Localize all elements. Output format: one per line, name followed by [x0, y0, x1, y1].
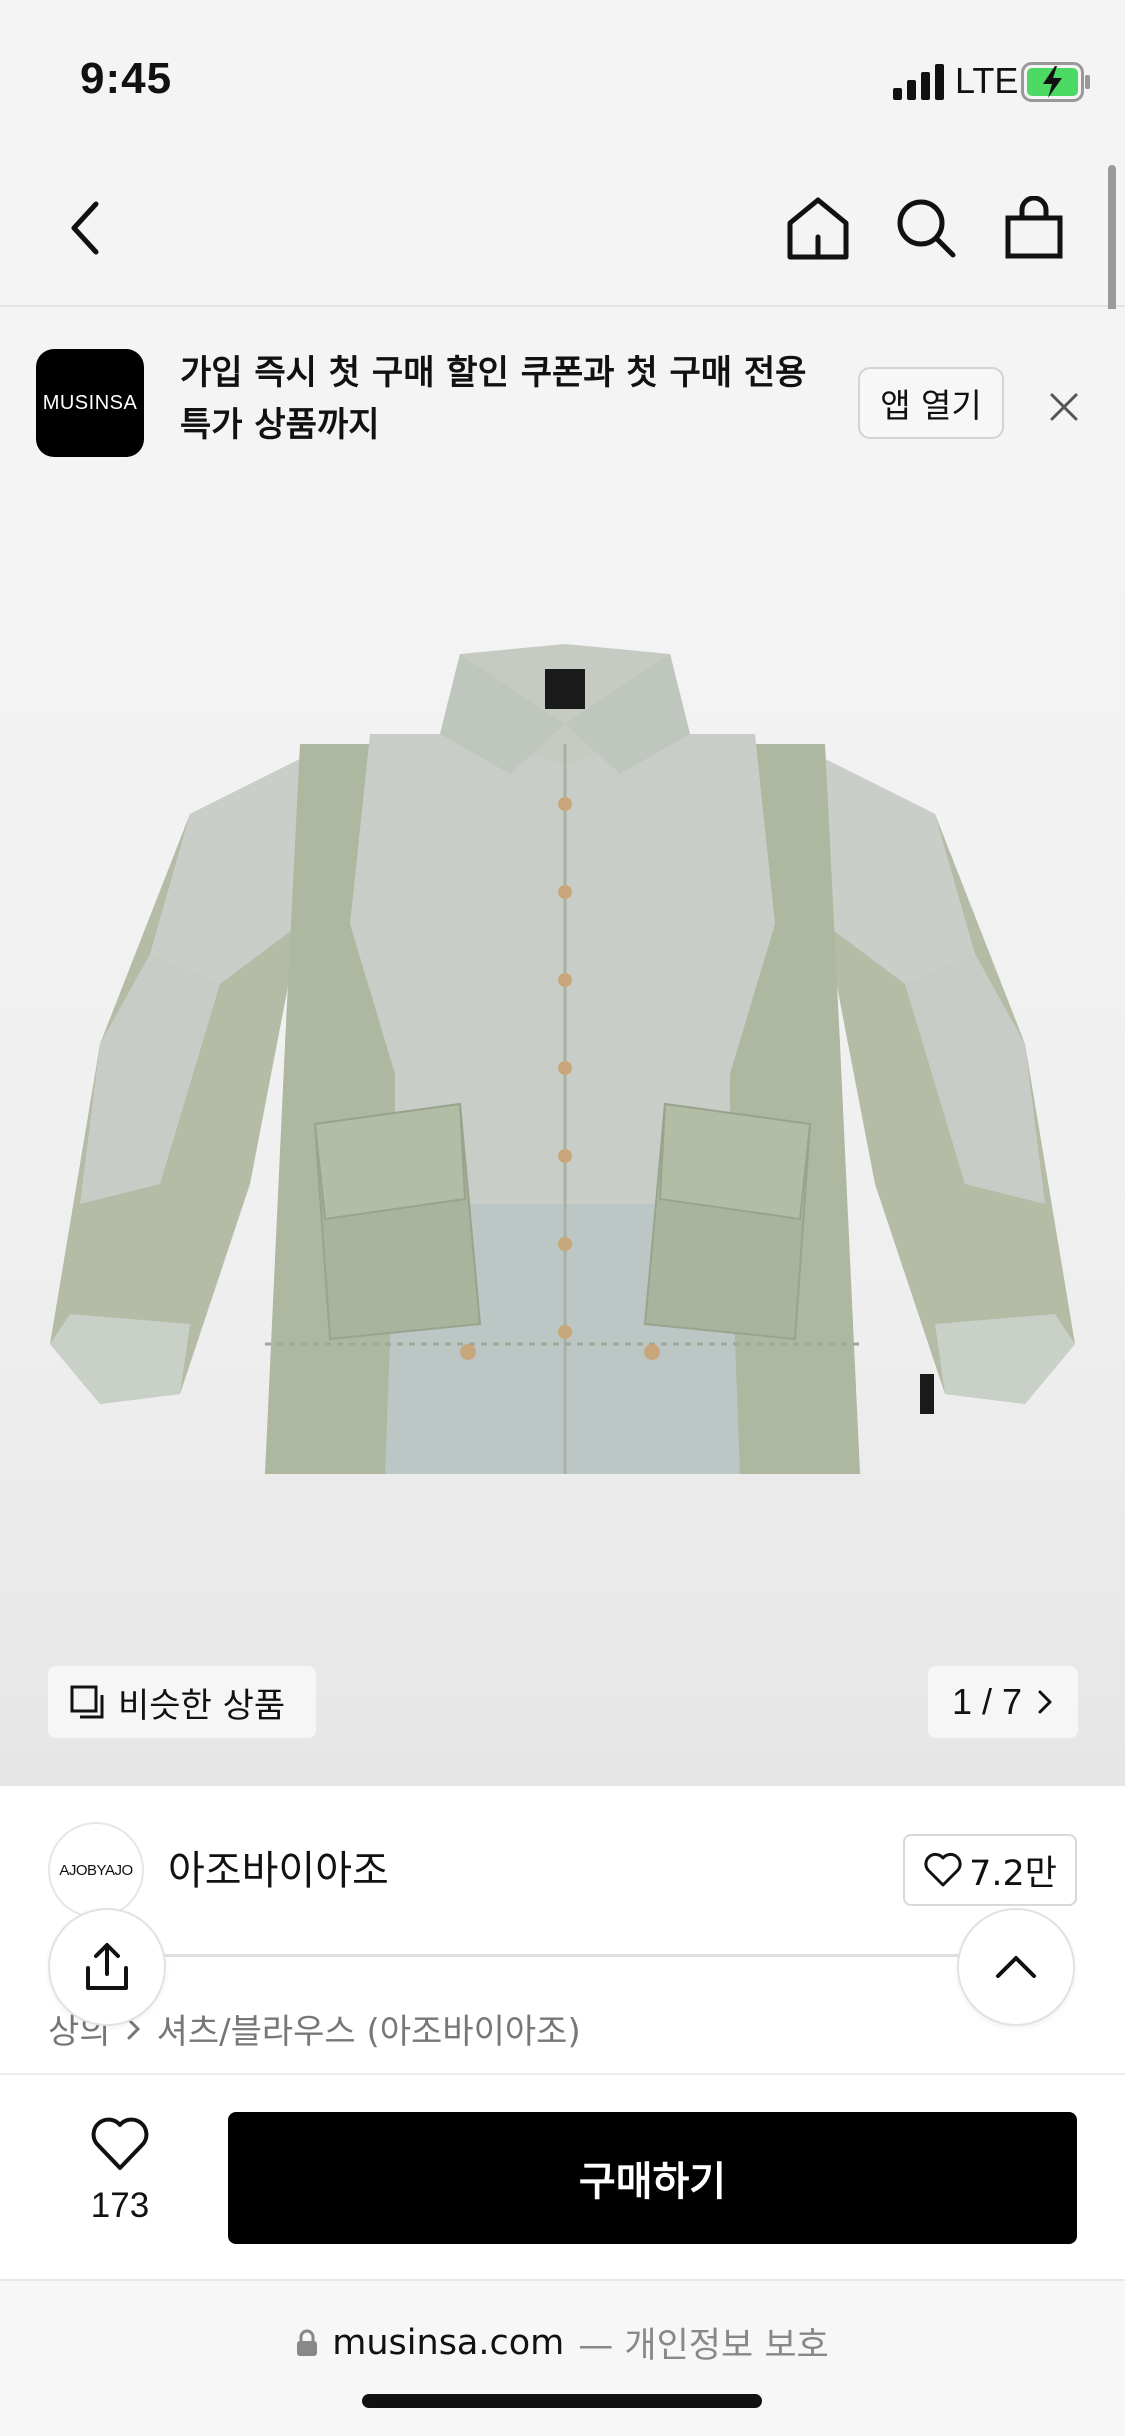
cart-button[interactable]	[994, 188, 1074, 268]
privacy-label: — 개인정보 보호	[578, 2326, 829, 2366]
browser-address-bar[interactable]: musinsa.com — 개인정보 보호	[0, 2281, 1125, 2436]
wishlist-count: 173	[90, 2186, 150, 2225]
purchase-bar: 173 구매하기	[0, 2076, 1125, 2281]
similar-products-button[interactable]: 비슷한 상품	[48, 1666, 316, 1738]
app-promo-banner: MUSINSA 가입 즉시 첫 구매 할인 쿠폰과 첫 구매 전용 특가 상품까…	[0, 309, 1125, 494]
chevron-up-icon	[996, 1956, 1036, 1978]
home-indicator[interactable]	[362, 2394, 762, 2408]
status-bar: 9:45 LTE	[0, 0, 1125, 150]
heart-icon	[91, 2117, 149, 2170]
heart-icon	[924, 1852, 962, 1887]
image-page-indicator[interactable]: 1 / 7	[928, 1666, 1078, 1738]
back-button[interactable]	[46, 188, 126, 268]
search-button[interactable]	[886, 188, 966, 268]
status-time: 9:45	[80, 54, 173, 103]
share-button[interactable]	[48, 1908, 166, 2026]
chevron-left-icon	[71, 201, 99, 255]
product-gallery[interactable]: 비슷한 상품 1 / 7	[0, 494, 1125, 1786]
brand-avatar[interactable]: AJOBYAJO	[48, 1822, 144, 1918]
search-icon	[897, 199, 956, 258]
page-indicator-text: 1 / 7	[951, 1681, 1023, 1722]
battery-charging-icon	[1021, 62, 1090, 102]
brand-like-count: 7.2만	[969, 1853, 1057, 1894]
buy-button[interactable]: 구매하기	[228, 2112, 1077, 2244]
breadcrumb-subcategory[interactable]: 셔츠/블라우스 (아조바이아조)	[157, 2004, 581, 2053]
musinsa-logo: MUSINSA	[36, 349, 144, 457]
brand-like-button[interactable]: 7.2만	[903, 1834, 1077, 1906]
brand-name[interactable]: 아조바이아조	[168, 1838, 389, 1896]
home-icon	[787, 197, 849, 260]
promo-message: 가입 즉시 첫 구매 할인 쿠폰과 첫 구매 전용 특가 상품까지	[180, 353, 807, 445]
open-app-button[interactable]: 앱 열기	[858, 367, 1004, 439]
url-row[interactable]: musinsa.com — 개인정보 보호	[0, 2317, 1125, 2368]
chevron-right-icon	[1038, 1690, 1052, 1714]
signal-icon	[893, 64, 944, 100]
scroll-to-top-button[interactable]	[957, 1908, 1075, 2026]
shopping-bag-icon	[1005, 196, 1063, 259]
share-icon	[86, 1943, 128, 1990]
close-banner-button[interactable]	[1038, 381, 1090, 433]
wishlist-button[interactable]: 173	[60, 2116, 180, 2246]
close-icon	[1050, 393, 1078, 421]
home-button[interactable]	[778, 188, 858, 268]
product-image[interactable]	[40, 624, 1085, 1544]
product-info: AJOBYAJO 아조바이아조 7.2만 상의 셔츠/블라우스 (아조바이아조)	[0, 1786, 1125, 2076]
url-domain: musinsa.com	[332, 2322, 565, 2363]
divider	[110, 1954, 1010, 1957]
network-label: LTE	[955, 60, 1019, 101]
divider	[0, 2073, 1125, 2075]
lock-icon	[297, 2329, 318, 2356]
nav-bar	[0, 150, 1125, 307]
similar-products-label: 비슷한 상품	[118, 1685, 286, 1726]
similar-items-icon	[70, 1685, 104, 1719]
